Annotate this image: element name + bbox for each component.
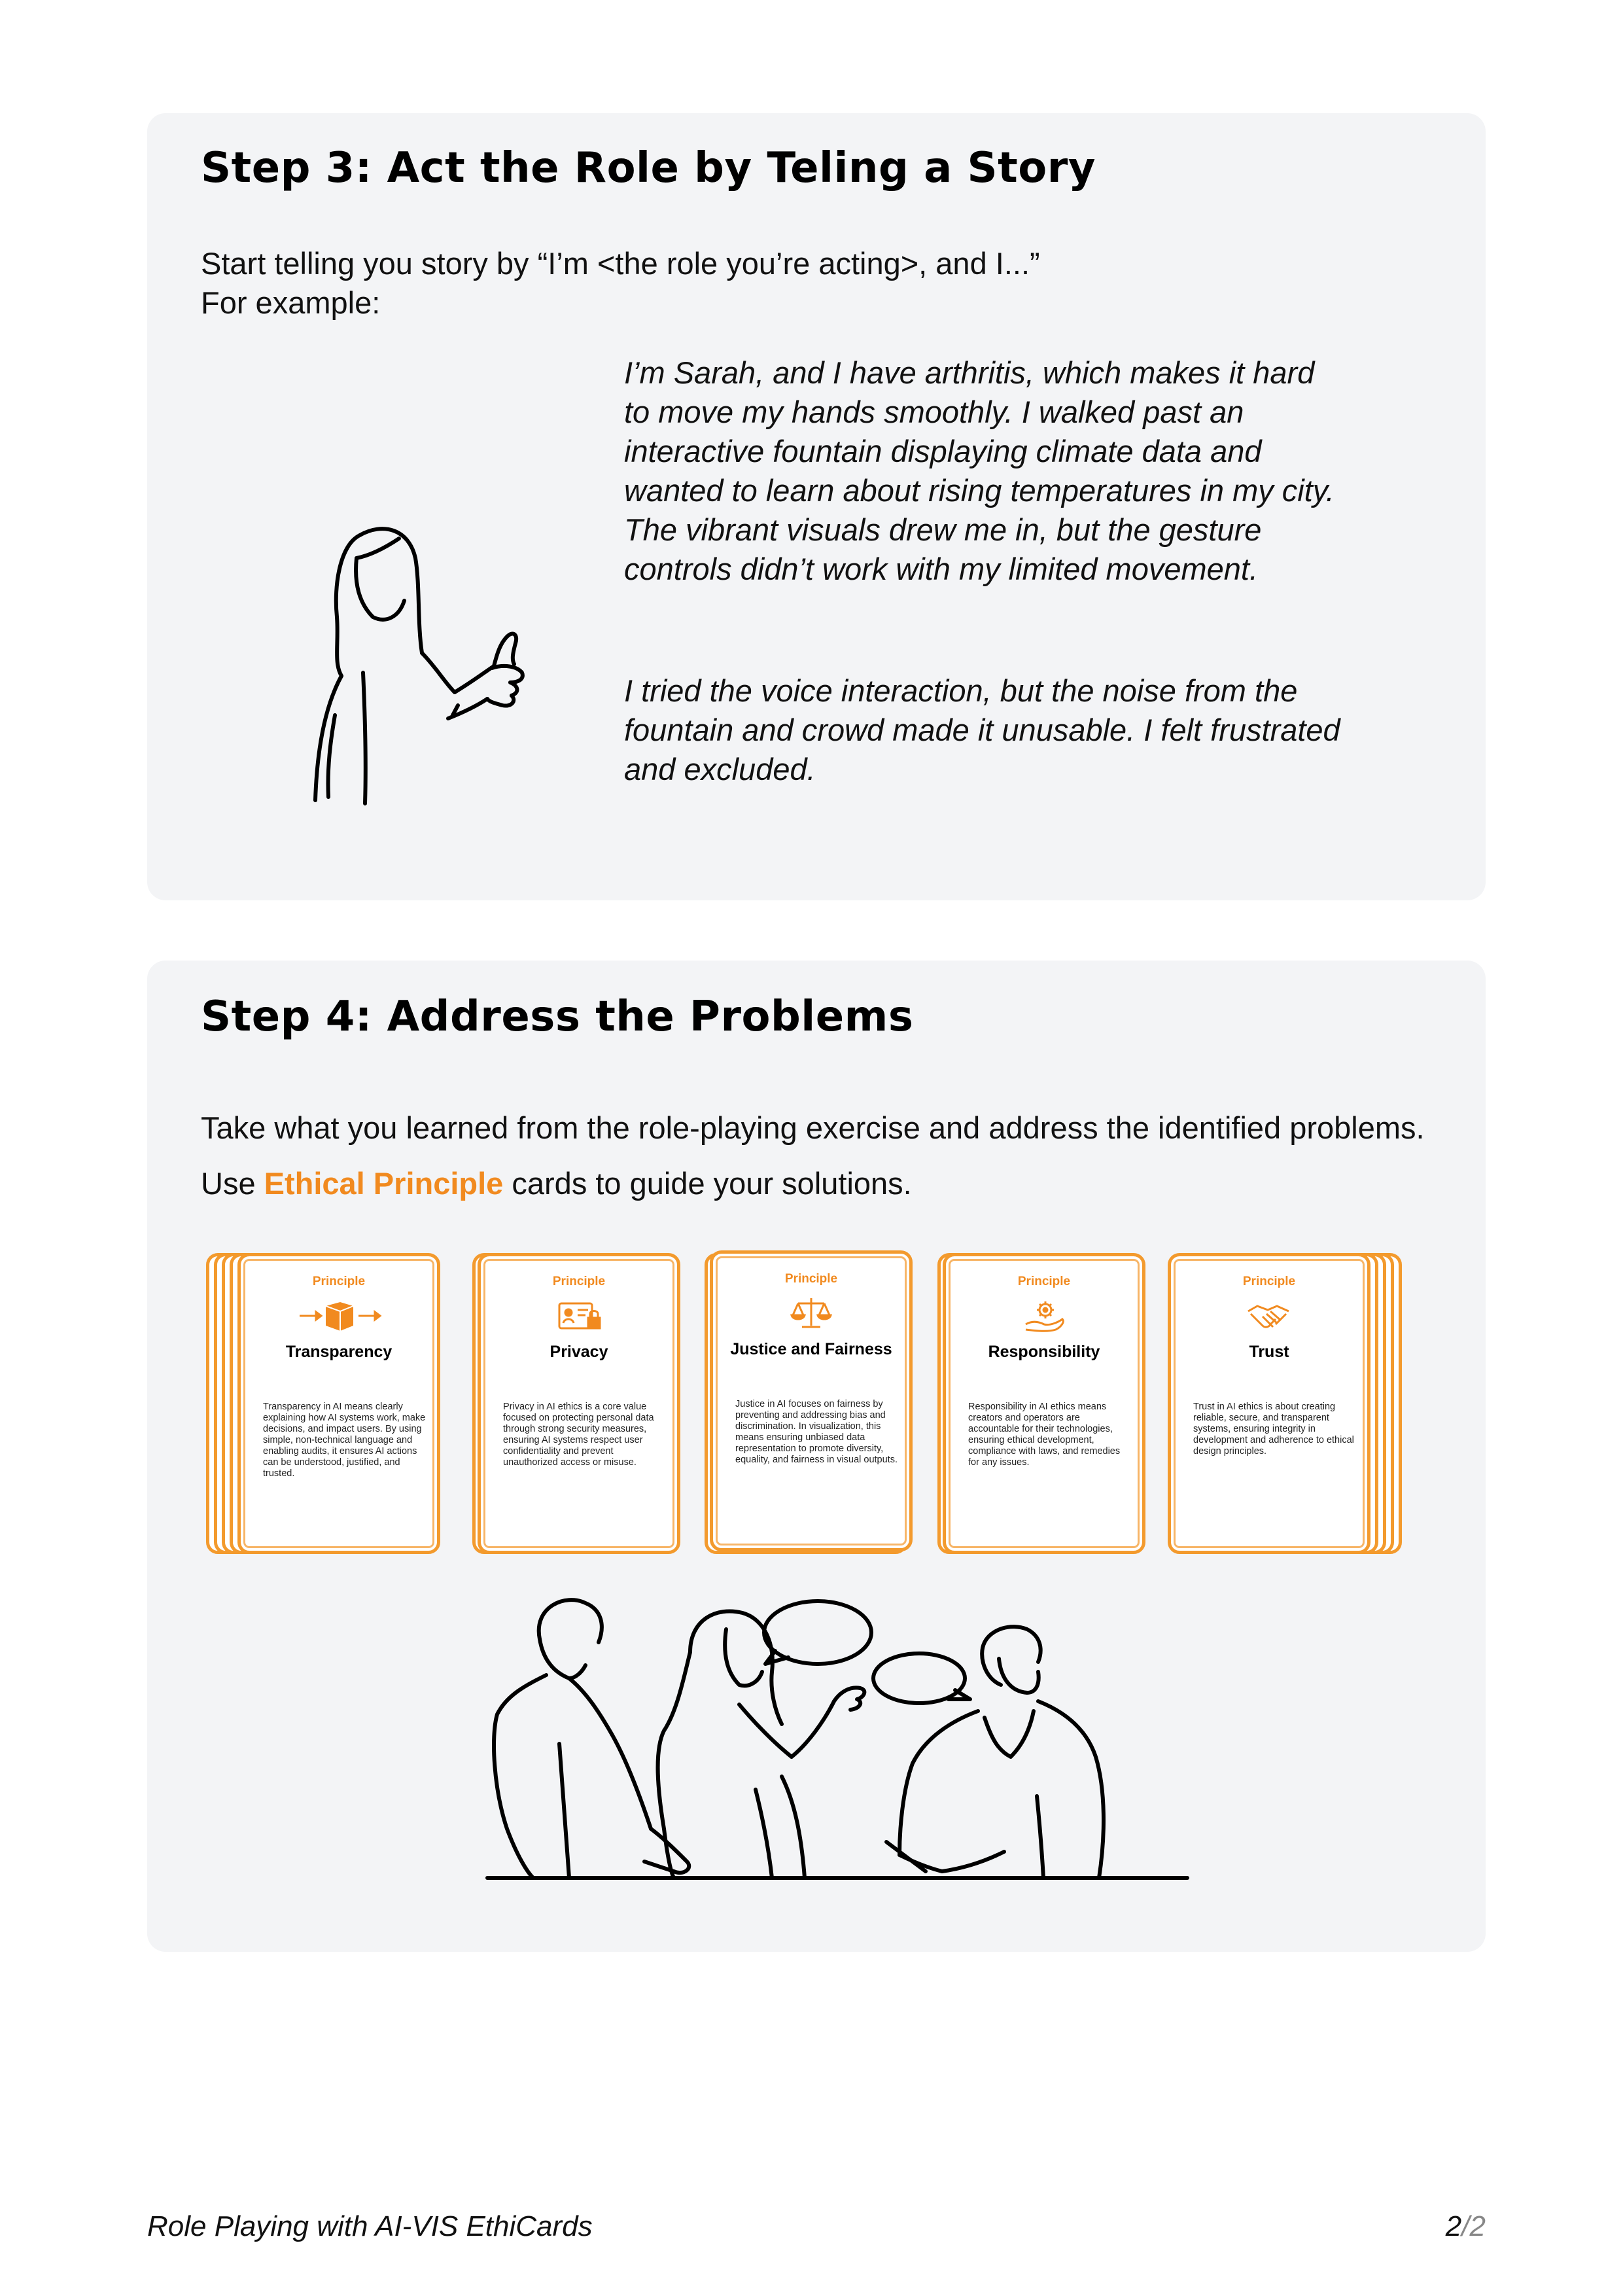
principle-card-responsibility[interactable]: Principle Responsibility Responsibility … [943,1253,1145,1554]
footer-document-title: Role Playing with AI-VIS EthiCards [147,2210,593,2242]
woman-presenting-illustration [313,527,525,805]
card-label: Principle [312,1275,366,1288]
principle-cards-row: Principle Transparency Transparency in A… [147,1250,1486,1567]
step4-intro-after: cards to guide your solutions. [503,1166,912,1201]
step3-intro-line2: For example: [201,285,381,320]
ethical-principle-highlight: Ethical Principle [264,1166,504,1201]
step3-title: Step 3: Act the Role by Teling a Story [201,144,1096,192]
footer-page-number: 2/2 [1446,2210,1486,2243]
box-arrows-icon [300,1302,382,1331]
page-current: 2 [1445,2210,1462,2242]
page-total: 2 [1469,2210,1486,2242]
card-description: Justice in AI focuses on fairness by pre… [735,1399,898,1465]
card-stack-responsibility: Principle Responsibility Responsibility … [937,1253,1145,1561]
hand-gear-icon [1025,1301,1064,1332]
story-paragraph-2: I tried the voice interaction, but the n… [624,673,1340,786]
card-description: Privacy in AI ethics is a core value foc… [503,1402,654,1468]
card-label: Principle [552,1275,606,1288]
card-title: Trust [1249,1343,1289,1361]
card-label: Principle [1242,1275,1296,1288]
step3-panel: Step 3: Act the Role by Teling a Story S… [147,113,1486,900]
card-stack-justice: Principle Justice and Fairness Justice i… [705,1250,913,1561]
team-meeting-illustration [485,1598,1189,1880]
story-paragraph-1: I’m Sarah, and I have arthritis, which m… [624,355,1335,586]
step3-instructions: Start telling you story by “I’m <the rol… [201,244,1040,323]
principle-card-justice-fairness[interactable]: Principle Justice and Fairness Justice i… [710,1250,913,1551]
principle-card-trust[interactable]: Principle Trust Trust in AI ethics is ab… [1168,1253,1370,1554]
step4-instructions: Take what you learned from the role-play… [201,1100,1444,1211]
card-title: Responsibility [988,1343,1100,1361]
card-title: Privacy [550,1343,608,1361]
handshake-icon [1248,1305,1289,1328]
principle-card-transparency[interactable]: Principle Transparency Transparency in A… [237,1253,440,1554]
card-title: Justice and Fairness [730,1340,892,1358]
card-description: Trust in AI ethics is about creating rel… [1193,1402,1354,1457]
principle-card-privacy[interactable]: Principle Privacy Privacy in AI ethics i… [478,1253,680,1554]
step4-title: Step 4: Address the Problems [201,993,914,1041]
id-card-lock-icon [558,1302,601,1330]
step3-intro-line1: Start telling you story by “I’m <the rol… [201,246,1040,281]
scales-icon [790,1298,832,1328]
card-description: Transparency in AI means clearly explain… [263,1402,426,1479]
card-label: Principle [784,1272,838,1286]
card-description: Responsibility in AI ethics means creato… [968,1402,1121,1468]
step4-panel: Step 4: Address the Problems Take what y… [147,961,1486,1952]
card-stack-trust: Principle Trust Trust in AI ethics is ab… [1168,1253,1410,1561]
page-separator: / [1461,2210,1470,2242]
card-stack-transparency: Principle Transparency Transparency in A… [206,1253,448,1561]
card-label: Principle [1017,1275,1071,1288]
card-stack-privacy: Principle Privacy Privacy in AI ethics i… [472,1253,680,1561]
card-title: Transparency [285,1343,393,1361]
